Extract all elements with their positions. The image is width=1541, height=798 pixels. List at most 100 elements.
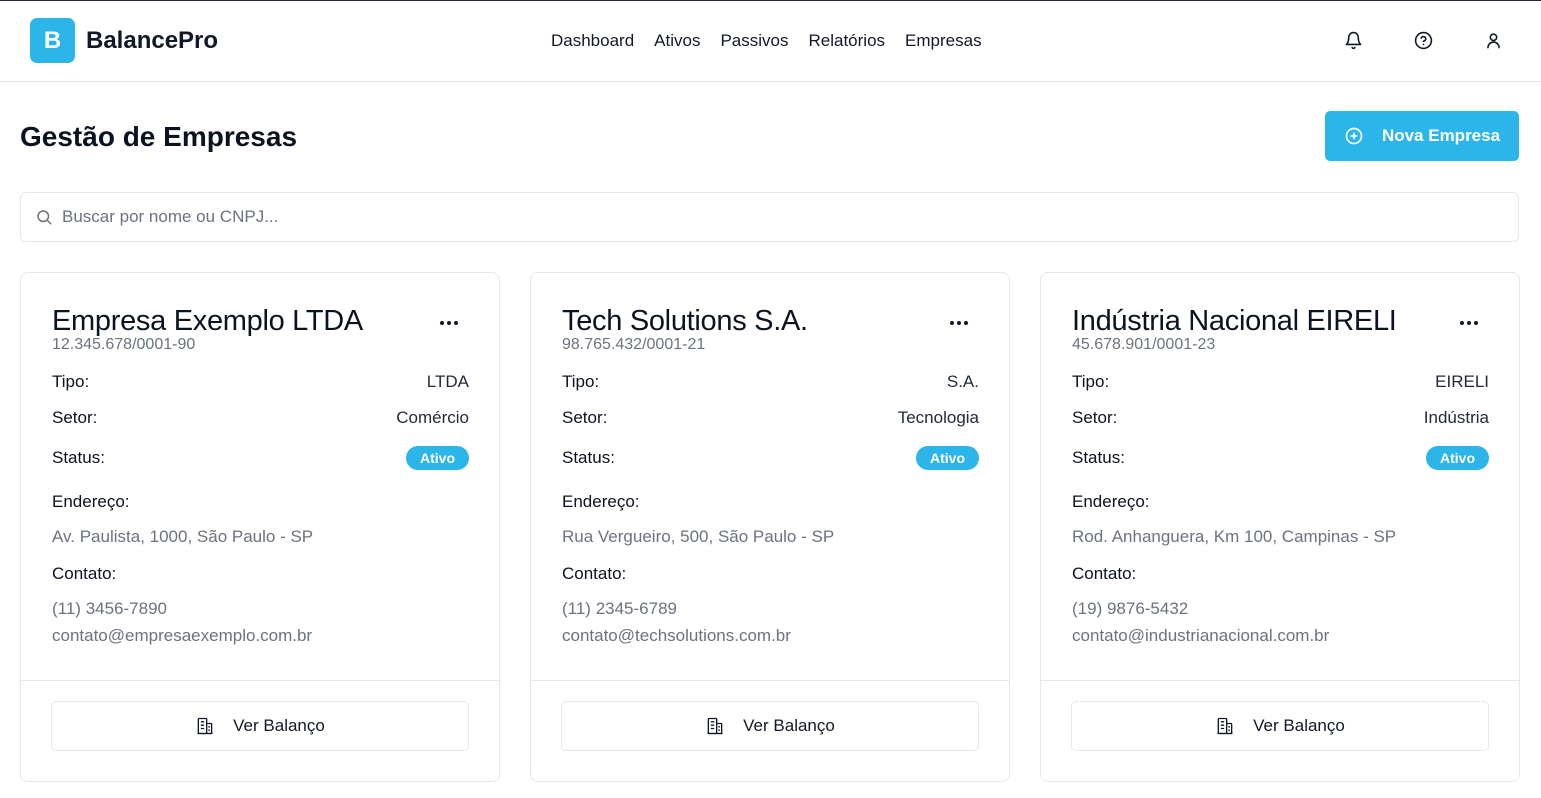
setor-value: Tecnologia (897, 408, 979, 427)
setor-label: Setor: (52, 408, 98, 427)
view-balance-label: Ver Balanço (233, 716, 325, 735)
page-title: Gestão de Empresas (20, 121, 298, 152)
building-icon (707, 717, 723, 735)
nav-ativos[interactable]: Ativos (654, 31, 700, 51)
contato-values: (11) 2345-6789 contato@techsolutions.com… (562, 595, 979, 649)
tipo-value: LTDA (426, 372, 469, 391)
ellipsis-icon (440, 321, 444, 325)
app-name: BalancePro (86, 26, 219, 54)
plus-circle-icon (1345, 127, 1363, 145)
status-badge: Ativo (406, 446, 469, 470)
nav-dashboard[interactable]: Dashboard (551, 31, 634, 51)
setor-row: Setor: Comércio (52, 398, 469, 438)
tipo-row: Tipo: LTDA (52, 366, 469, 398)
company-name: Empresa Exemplo LTDA (52, 305, 363, 337)
company-name: Indústria Nacional EIRELI (1072, 305, 1397, 337)
ellipsis-dot (1467, 321, 1471, 325)
building-icon (197, 717, 213, 735)
ellipsis-dot (454, 321, 458, 325)
setor-label: Setor: (562, 408, 608, 427)
tipo-row: Tipo: EIRELI (1072, 366, 1489, 398)
endereco-value: Rod. Anhanguera, Km 100, Campinas - SP (1072, 527, 1397, 546)
view-balance-label: Ver Balanço (743, 716, 835, 735)
view-balance-button[interactable]: Ver Balanço (561, 701, 979, 751)
company-details: Tipo: EIRELI Setor: Indústria Status: Ativo (1072, 366, 1489, 478)
page-header: Gestão de Empresas Nova Empresa (20, 111, 1519, 162)
card-body: Empresa Exemplo LTDA 12.345.678/0001-90 … (21, 273, 499, 681)
endereco-label: Endereço: (1072, 492, 1150, 511)
contato-email: contato@techsolutions.com.br (562, 626, 791, 645)
more-options-button[interactable] (949, 313, 969, 333)
view-balance-label: Ver Balanço (1253, 716, 1345, 735)
more-options-button[interactable] (1459, 313, 1479, 333)
nav-empresas[interactable]: Empresas (905, 31, 982, 51)
status-label: Status: (1072, 448, 1125, 467)
top-navigation-bar: B BalancePro Dashboard Ativos Passivos R… (0, 1, 1541, 82)
help-circle-icon[interactable] (1413, 29, 1433, 51)
tipo-label: Tipo: (1072, 372, 1110, 391)
building-icon (1217, 717, 1233, 735)
setor-value: Comércio (396, 408, 469, 427)
contato-label: Contato: (1072, 564, 1137, 583)
endereco-label: Endereço: (562, 492, 640, 511)
setor-value: Indústria (1423, 408, 1489, 427)
search-input[interactable] (62, 207, 1410, 227)
new-company-button[interactable]: Nova Empresa (1325, 111, 1519, 161)
status-row: Status: Ativo (1072, 438, 1489, 478)
nav-passivos[interactable]: Passivos (720, 31, 788, 51)
ellipsis-dot (957, 321, 961, 325)
company-card: Empresa Exemplo LTDA 12.345.678/0001-90 … (20, 272, 500, 782)
more-options-button[interactable] (439, 313, 459, 333)
company-details: Tipo: LTDA Setor: Comércio Status: Ativo (52, 366, 469, 478)
status-badge: Ativo (916, 446, 979, 470)
nav-relatorios[interactable]: Relatórios (809, 31, 886, 51)
logo-mark: B (30, 18, 75, 63)
company-cards: Empresa Exemplo LTDA 12.345.678/0001-90 … (20, 272, 1520, 782)
endereco-value: Rua Vergueiro, 500, São Paulo - SP (562, 527, 835, 546)
app-logo[interactable]: B BalancePro (30, 18, 218, 63)
contato-label: Contato: (562, 564, 627, 583)
ellipsis-icon (950, 321, 954, 325)
status-label: Status: (562, 448, 615, 467)
endereco-value: Av. Paulista, 1000, São Paulo - SP (52, 527, 314, 546)
setor-row: Setor: Tecnologia (562, 398, 979, 438)
card-body: Indústria Nacional EIRELI 45.678.901/000… (1041, 273, 1519, 681)
contato-phone: (11) 3456-7890 (52, 599, 167, 618)
contato-email: contato@industrianacional.com.br (1072, 626, 1330, 645)
contato-phone: (11) 2345-6789 (562, 599, 677, 618)
user-icon[interactable] (1483, 29, 1503, 51)
contato-phone: (19) 9876-5432 (1072, 599, 1189, 618)
bell-icon[interactable] (1343, 29, 1363, 51)
ellipsis-dot (447, 321, 451, 325)
search-icon (37, 210, 52, 225)
setor-row: Setor: Indústria (1072, 398, 1489, 438)
main-nav: Dashboard Ativos Passivos Relatórios Emp… (551, 31, 982, 51)
view-balance-button[interactable]: Ver Balanço (51, 701, 469, 751)
new-company-label: Nova Empresa (1381, 126, 1501, 145)
status-row: Status: Ativo (52, 438, 469, 478)
contato-values: (19) 9876-5432 contato@industrianacional… (1072, 595, 1489, 649)
company-details: Tipo: S.A. Setor: Tecnologia Status: Ativo (562, 366, 979, 478)
ellipsis-dot (964, 321, 968, 325)
tipo-row: Tipo: S.A. (562, 366, 979, 398)
endereco-label: Endereço: (52, 492, 130, 511)
tipo-value: EIRELI (1435, 372, 1489, 391)
tipo-value: S.A. (946, 372, 979, 391)
company-card: Tech Solutions S.A. 98.765.432/0001-21 T… (530, 272, 1010, 782)
card-footer: Ver Balanço (21, 681, 499, 751)
company-name: Tech Solutions S.A. (562, 305, 808, 337)
view-balance-button[interactable]: Ver Balanço (1071, 701, 1489, 751)
setor-label: Setor: (1072, 408, 1118, 427)
ellipsis-icon (1460, 321, 1464, 325)
contato-email: contato@empresaexemplo.com.br (52, 626, 313, 645)
card-footer: Ver Balanço (1041, 681, 1519, 751)
card-footer: Ver Balanço (531, 681, 1009, 751)
search-bar (20, 192, 1519, 242)
tipo-label: Tipo: (562, 372, 600, 391)
tipo-label: Tipo: (52, 372, 90, 391)
header-actions (1343, 29, 1503, 51)
contato-values: (11) 3456-7890 contato@empresaexemplo.co… (52, 595, 469, 649)
contato-label: Contato: (52, 564, 117, 583)
status-badge: Ativo (1426, 446, 1489, 470)
status-label: Status: (52, 448, 105, 467)
